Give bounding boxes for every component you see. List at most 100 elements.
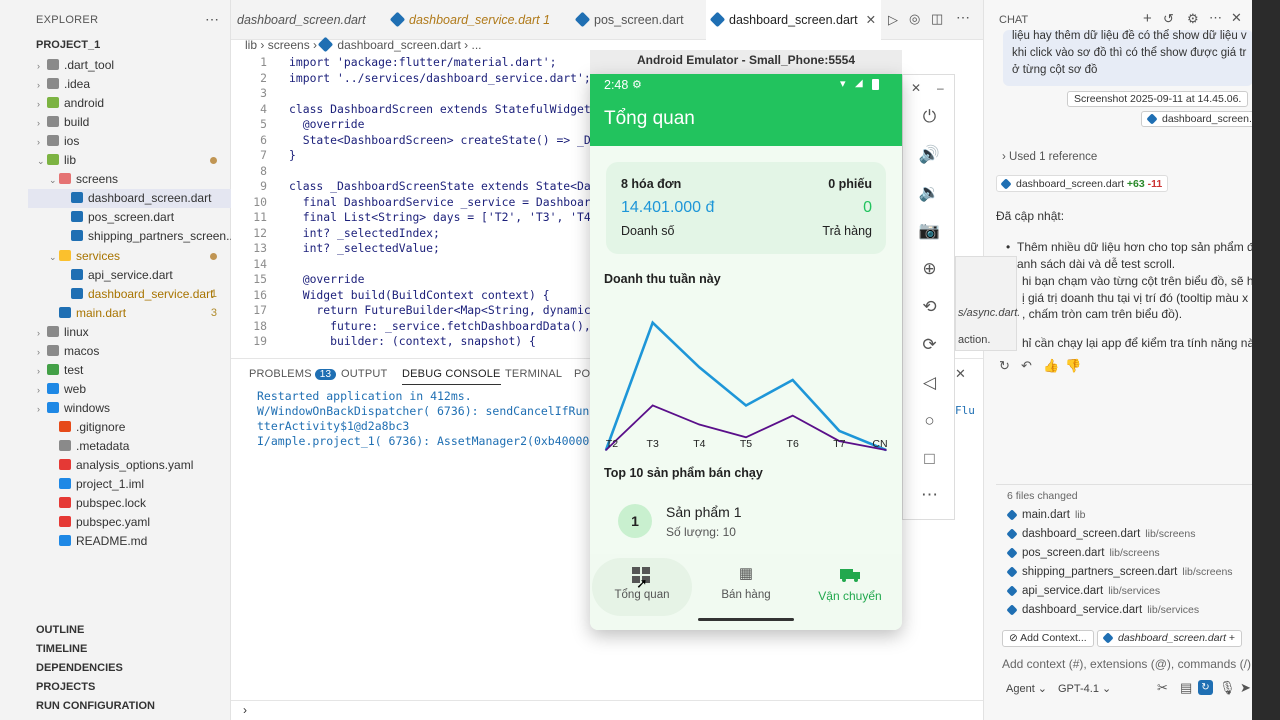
tree-item[interactable]: api_service.dart [28,266,231,285]
history-icon[interactable]: ↺ [1163,11,1174,27]
tree-item[interactable]: › test [28,361,231,380]
thumbs-down-icon[interactable]: 👎 [1065,358,1081,374]
tree-item[interactable]: ⌄ screens [28,170,231,189]
file-attachment[interactable]: dashboard_screen.d [1141,111,1265,127]
changed-file[interactable]: dashboard_service.dart lib/services [1006,604,1199,616]
emulator-titlebar[interactable]: Android Emulator - Small_Phone:5554 [590,50,902,74]
add-icon[interactable]: + [1229,632,1235,644]
new-chat-icon[interactable]: + [1143,10,1152,27]
crumb-symbol[interactable]: ... [471,38,481,52]
tree-item[interactable]: project_1.iml [28,475,231,494]
tree-item[interactable]: › ios [28,132,231,151]
product-list-item[interactable]: 1 Sản phẩm 1 Số lượng: 10 [590,489,902,554]
changed-file[interactable]: pos_screen.dart lib/screens [1006,547,1160,559]
section-outline[interactable]: OUTLINE [28,621,231,640]
split-editor-icon[interactable]: ◫ [931,11,943,27]
agent-mode-icon[interactable]: ↻ [1198,680,1213,695]
more-actions-icon[interactable]: ⋯ [205,11,219,28]
power-icon[interactable]: ⏻ [903,107,956,127]
tree-item[interactable]: › windows [28,399,231,418]
nav-item-shipping[interactable]: Vận chuyển [798,554,902,630]
tree-item[interactable]: .metadata [28,437,231,456]
revenue-chart[interactable]: T2 T3 T4 T5 T6 T7 CN [590,292,902,457]
data-point[interactable] [838,430,841,432]
rotate-right-icon[interactable]: ⟳ [903,335,956,355]
tree-item[interactable]: › .dart_tool [28,56,231,75]
tree-item[interactable]: .gitignore [28,418,231,437]
close-emulator-icon[interactable]: ✕ [911,81,921,95]
tree-item[interactable]: › .idea [28,75,231,94]
tab-pos-screen[interactable]: pos_screen.dart [571,0,701,40]
close-panel-icon[interactable]: ✕ [955,366,966,382]
tree-item[interactable]: pubspec.yaml [28,513,231,532]
data-point[interactable] [651,321,654,324]
send-icon[interactable]: ➤ [1240,680,1251,696]
tree-item[interactable]: main.dart 3 [28,304,231,323]
tree-item[interactable]: shipping_partners_screen... [28,227,236,246]
grid-icon[interactable]: ▤ [1180,680,1192,696]
close-tab-icon[interactable]: ✕ [866,13,876,27]
reference-chip[interactable]: dashboard_screen.dart +63 -11 [996,175,1169,192]
tab-ports[interactable]: PO [574,368,590,380]
settings-icon[interactable]: ⚙ [1187,11,1199,27]
data-point[interactable] [698,423,701,426]
flutter-devtools-icon[interactable]: ◎ [909,11,920,27]
volume-down-icon[interactable]: 🔉 [903,183,956,203]
crumb-screens[interactable]: screens [268,38,310,52]
code-editor[interactable]: 1 import 'package:flutter/material.dart';… [231,54,591,358]
add-context-button[interactable]: ⊘ Add Context... [1002,630,1094,647]
project-root[interactable]: PROJECT_1 [36,39,100,51]
changed-file[interactable]: shipping_partners_screen.dart lib/screens [1006,566,1233,578]
tree-item[interactable]: README.md [28,532,231,551]
crumb-lib[interactable]: lib [245,38,257,52]
used-references[interactable]: › Used 1 reference [1002,151,1097,163]
thumbs-up-icon[interactable]: 👍 [1043,358,1059,374]
data-point[interactable] [698,366,701,369]
more-icon[interactable]: ⋯ [1209,10,1222,26]
volume-up-icon[interactable]: 🔊 [903,145,956,165]
tree-item[interactable]: › android [28,94,231,113]
tree-item[interactable]: ⌄ services [28,247,231,266]
tab-problems[interactable]: PROBLEMS 13 [249,368,337,380]
changed-file[interactable]: main.dart lib [1006,509,1085,521]
changed-file[interactable]: dashboard_screen.dart lib/screens [1006,528,1195,540]
mode-select[interactable]: Agent ⌄ [1006,682,1047,695]
tree-item[interactable]: analysis_options.yaml [28,456,231,475]
tab-output[interactable]: OUTPUT [341,368,387,380]
back-icon[interactable]: ◁ [903,373,956,393]
console-input[interactable]: › [231,700,983,720]
section-projects[interactable]: PROJECTS [28,678,231,697]
retry-icon[interactable]: ↻ [999,358,1010,374]
editor-more-icon[interactable]: ⋯ [956,9,970,26]
chat-input[interactable]: Add context (#), extensions (@), command… [1002,657,1251,671]
section-timeline[interactable]: TIMELINE [28,640,231,659]
close-chat-icon[interactable]: ✕ [1231,10,1242,26]
run-icon[interactable]: ▷ [888,12,898,28]
zoom-icon[interactable]: ⊕ [903,259,956,279]
crumb-file[interactable]: dashboard_screen.dart [337,38,460,52]
data-point[interactable] [651,404,654,407]
data-point[interactable] [791,414,794,417]
tab-terminal[interactable]: TERMINAL [505,368,562,380]
tab-dashboard-screen[interactable]: dashboard_screen.dart ✕ [706,0,881,40]
more-options-icon[interactable]: ⋯ [903,485,956,505]
screenshot-attachment[interactable]: Screenshot 2025-09-11 at 14.45.06. [1067,91,1249,107]
tools-icon[interactable]: ✂ [1157,680,1168,696]
nav-item-dashboard[interactable]: Tổng quan [590,554,694,630]
tree-item[interactable]: › macos [28,342,231,361]
tree-item[interactable]: ⌄ lib [28,151,231,170]
data-point[interactable] [745,404,747,407]
changed-file[interactable]: api_service.dart lib/services [1006,585,1160,597]
tab-debug-console[interactable]: DEBUG CONSOLE [402,368,501,385]
tree-item[interactable]: dashboard_service.dart 1 [28,285,231,304]
section-dependencies[interactable]: DEPENDENCIES [28,659,231,678]
summary-card[interactable]: 8 hóa đơn 0 phiếu 14.401.000 đ 0 Doanh s… [606,162,886,254]
tree-item[interactable]: › web [28,380,231,399]
mic-icon[interactable]: 🎙 [1219,680,1236,696]
context-file-chip[interactable]: dashboard_screen.dart + [1097,630,1243,647]
tab-dashboard-service[interactable]: dashboard_service.dart 1 [386,0,551,40]
tab-dashboard-screen-preview[interactable]: dashboard_screen.dart [231,0,381,40]
tree-item[interactable]: pubspec.lock [28,494,231,513]
phone-screen[interactable]: 2:48 ⚙ ▾ ◢ Tổng quan 8 hóa đơn 0 phiếu 1… [590,74,902,630]
series-line-1[interactable] [604,320,887,452]
